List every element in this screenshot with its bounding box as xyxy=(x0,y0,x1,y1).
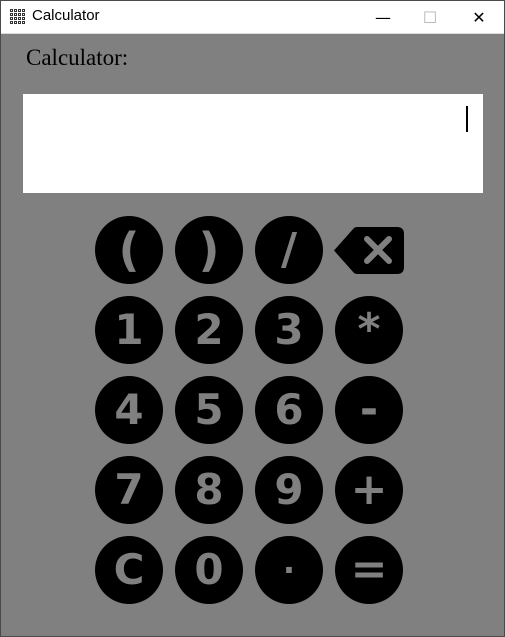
digit-9-button[interactable]: 9 xyxy=(255,456,323,524)
close-button[interactable]: ✕ xyxy=(456,1,502,33)
display-field[interactable] xyxy=(23,94,483,193)
digit-3-button[interactable]: 3 xyxy=(255,296,323,364)
text-cursor xyxy=(466,106,468,132)
backspace-icon xyxy=(334,227,404,274)
equals-button[interactable]: = xyxy=(335,536,403,604)
plus-button[interactable]: + xyxy=(335,456,403,524)
digit-4-button[interactable]: 4 xyxy=(95,376,163,444)
backspace-button[interactable] xyxy=(334,227,404,274)
window-title: Calculator xyxy=(32,7,100,24)
minimize-icon: — xyxy=(375,7,391,27)
minimize-button[interactable]: — xyxy=(360,1,406,33)
digit-6-button[interactable]: 6 xyxy=(255,376,323,444)
calculator-label: Calculator: xyxy=(26,45,129,70)
minus-button[interactable]: - xyxy=(335,376,403,444)
decimal-button[interactable]: · xyxy=(255,536,323,604)
clear-button[interactable]: C xyxy=(95,536,163,604)
digit-1-button[interactable]: 1 xyxy=(95,296,163,364)
divide-button[interactable]: / xyxy=(255,216,323,284)
calculator-window: Calculator — ☐ ✕ Calculator: ( ) / 1 2 3… xyxy=(0,0,505,637)
multiply-button[interactable]: * xyxy=(335,296,403,364)
title-bar[interactable]: Calculator — ☐ ✕ xyxy=(1,1,504,34)
maximize-icon: ☐ xyxy=(422,7,438,27)
close-icon: ✕ xyxy=(472,7,486,27)
close-paren-button[interactable]: ) xyxy=(175,216,243,284)
digit-0-button[interactable]: 0 xyxy=(175,536,243,604)
digit-5-button[interactable]: 5 xyxy=(175,376,243,444)
open-paren-button[interactable]: ( xyxy=(95,216,163,284)
digit-8-button[interactable]: 8 xyxy=(175,456,243,524)
digit-2-button[interactable]: 2 xyxy=(175,296,243,364)
digit-7-button[interactable]: 7 xyxy=(95,456,163,524)
calculator-app-icon xyxy=(10,9,26,25)
maximize-button[interactable]: ☐ xyxy=(407,1,453,33)
